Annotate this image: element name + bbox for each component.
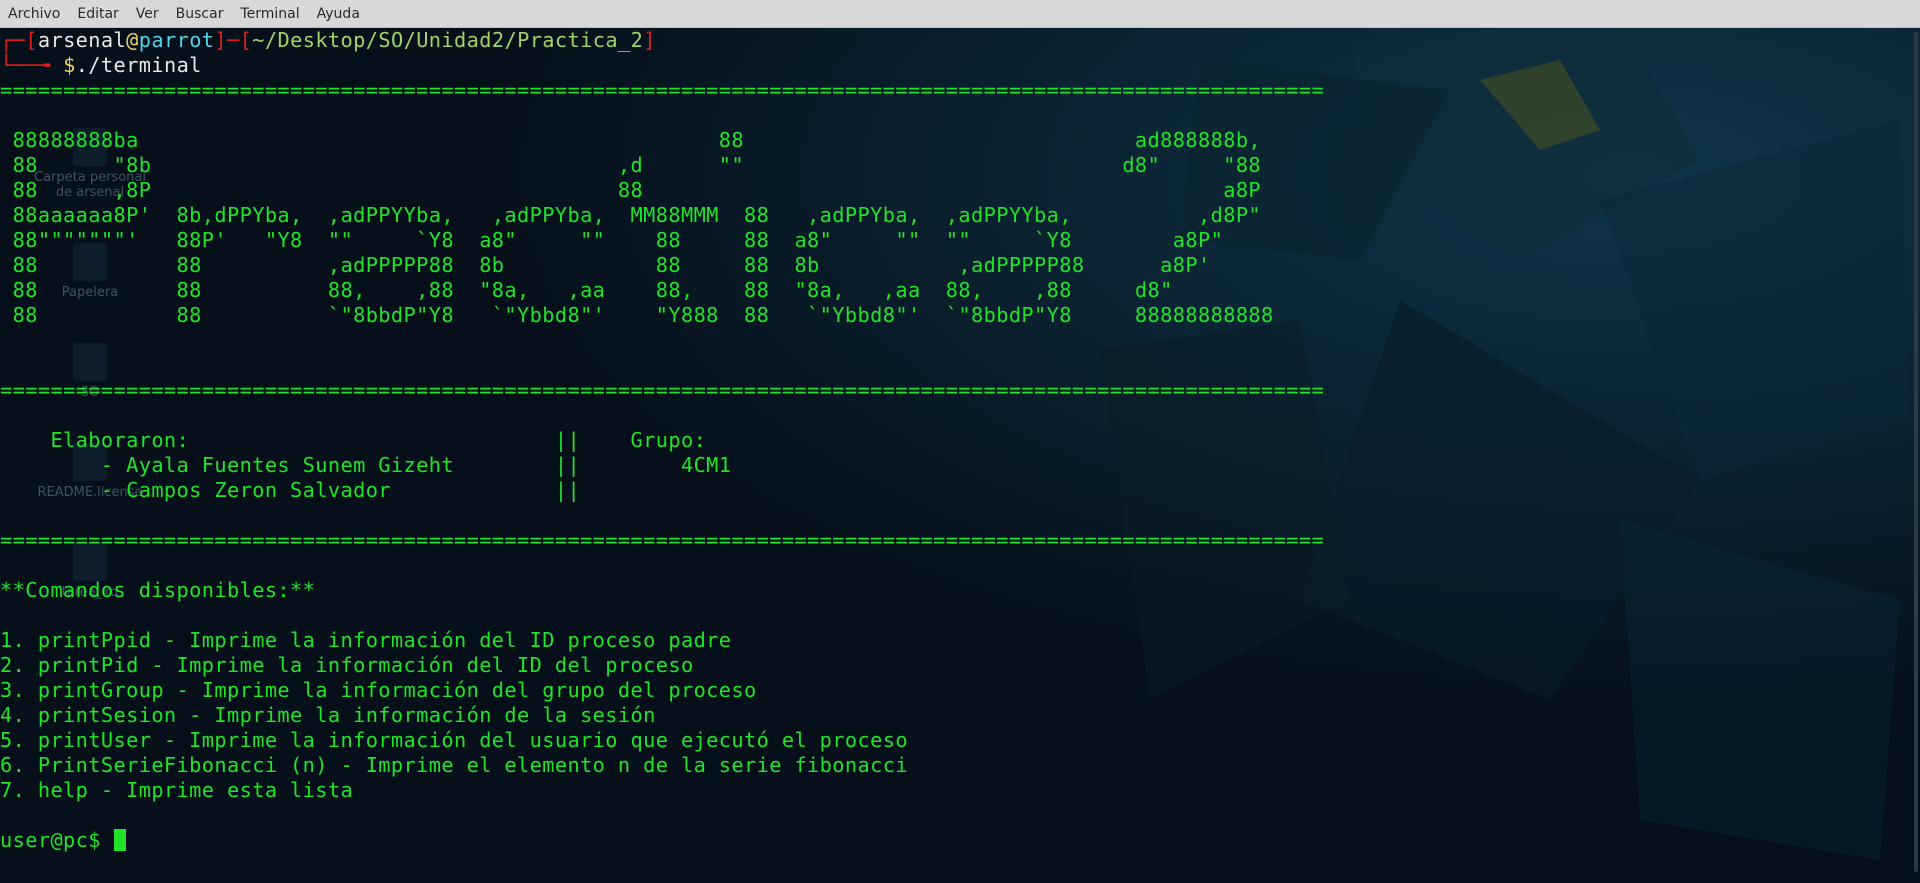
ascii-art-line: 88888888ba 88 ad888888b,	[0, 128, 1262, 152]
credits-line	[0, 503, 1910, 528]
entered-command: ./terminal	[75, 53, 202, 77]
prompt-corner-bottom: └──╼	[0, 53, 64, 77]
menu-terminal[interactable]: Terminal	[232, 6, 308, 22]
text-cursor[interactable]	[113, 829, 126, 851]
commands-list: 1. printPpid - Imprime la información de…	[0, 628, 1910, 803]
ascii-art-line: 88aaaaaa8P' 8b,dPPYba, ,adPPYYba, ,adPPY…	[0, 203, 1262, 227]
command-item: 6. PrintSerieFibonacci (n) - Imprime el …	[0, 753, 908, 777]
credits-line: - Ayala Fuentes Sunem Gizeht || 4CM1	[0, 453, 732, 477]
menu-buscar[interactable]: Buscar	[168, 6, 233, 22]
prompt-user: arsenal	[37, 28, 127, 52]
prompt-separator: ]─[	[214, 28, 253, 52]
shell-prompt-line: user@pc$	[0, 828, 1910, 853]
prompt-path: ~/Desktop/SO/Unidad2/Practica_2	[252, 28, 644, 52]
ascii-banner: 88888888ba 88 ad888888b, 88 "8b ,d "" d8…	[0, 103, 1910, 378]
prompt-at: @	[126, 28, 139, 52]
command-item: 5. printUser - Imprime la información de…	[0, 728, 908, 752]
separator-line: ========================================…	[0, 78, 1325, 102]
separator-line: ========================================…	[0, 528, 1325, 552]
prompt-host: parrot	[138, 28, 215, 52]
ascii-art-line	[0, 103, 1910, 128]
command-item: 2. printPid - Imprime la información del…	[0, 653, 694, 677]
command-item: 4. printSesion - Imprime la información …	[0, 703, 656, 727]
prompt-corner-top: ┌─[	[0, 28, 38, 52]
ascii-art-line	[0, 353, 1910, 378]
ascii-art-line: 88 88 ,adPPPPP88 8b 88 88 8b ,adPPPPP88 …	[0, 253, 1211, 277]
command-item: 7. help - Imprime esta lista	[0, 778, 354, 802]
ascii-art-line: 88 "8b ,d "" d8" "88	[0, 153, 1262, 177]
ascii-art-line: 88 ,8P 88 a8P	[0, 178, 1262, 202]
prompt-bracket-close: ]	[643, 28, 656, 52]
ascii-art-line: 88 88 `"8bbdP"Y8 `"Ybbd8"' "Y888 88 `"Yb…	[0, 303, 1274, 327]
credits-block: Elaboraron: || Grupo: - Ayala Fuentes Su…	[0, 403, 1910, 528]
separator-line: ========================================…	[0, 378, 1325, 402]
credits-line: Elaboraron: || Grupo:	[0, 428, 707, 452]
shell-prompt: user@pc$	[0, 828, 114, 852]
ascii-art-line: 88 88 88, ,88 "8a, ,aa 88, 88 "8a, ,aa 8…	[0, 278, 1173, 302]
terminal-output[interactable]: ┌─[arsenal@parrot]─[~/Desktop/SO/Unidad2…	[0, 28, 1910, 879]
menu-ver[interactable]: Ver	[128, 6, 168, 22]
command-item: 3. printGroup - Imprime la información d…	[0, 678, 757, 702]
ascii-art-line: 88"""""""' 88P' "Y8 "" `Y8 a8" "" 88 88 …	[0, 228, 1224, 252]
menu-editar[interactable]: Editar	[69, 6, 127, 22]
credits-line: - Campos Zeron Salvador ||	[0, 478, 581, 502]
menu-ayuda[interactable]: Ayuda	[309, 6, 369, 22]
prompt-line: ┌─[arsenal@parrot]─[~/Desktop/SO/Unidad2…	[0, 28, 1910, 53]
command-line: └──╼ $./terminal	[0, 53, 1910, 78]
terminal-scrollbar[interactable]	[1910, 28, 1920, 879]
command-item: 1. printPpid - Imprime la información de…	[0, 628, 732, 652]
credits-line	[0, 403, 1910, 428]
scrollbar-thumb[interactable]	[1914, 32, 1918, 872]
menu-archivo[interactable]: Archivo	[0, 6, 69, 22]
ascii-art-line	[0, 328, 1910, 353]
commands-title: **Comandos disponibles:**	[0, 578, 316, 602]
prompt-dollar: $	[63, 53, 76, 77]
terminal-menubar: Archivo Editar Ver Buscar Terminal Ayuda	[0, 0, 1920, 28]
